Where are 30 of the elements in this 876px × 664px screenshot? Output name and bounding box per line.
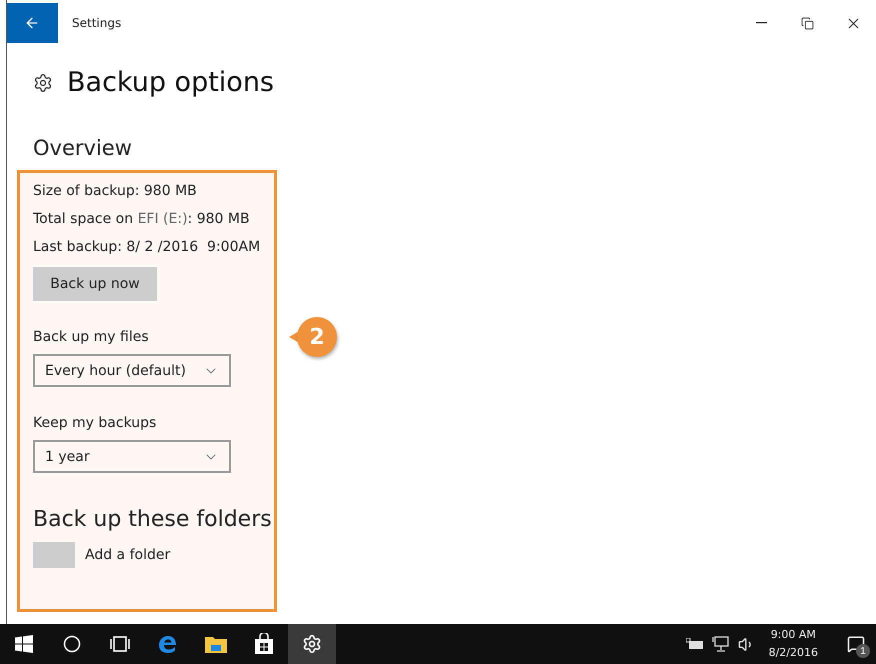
section-heading: Overview [33, 136, 133, 160]
info-text: Total space on EFI (E:): 980 MB [33, 211, 251, 227]
task-view-icon [109, 636, 131, 652]
dropdown[interactable]: Every hour (default) [33, 354, 231, 387]
shopping-bag-icon [254, 633, 274, 655]
drive-link[interactable]: EFI (E:) [138, 211, 188, 227]
battery-icon [686, 638, 704, 650]
browser-e-icon [157, 633, 179, 655]
add-folder-label[interactable]: Add a folder [85, 547, 170, 563]
section-heading: Back up these folders [33, 507, 273, 532]
info-text: Last backup: 8/ 2 /2016 9:00AM [33, 239, 262, 255]
settings-icon [302, 634, 322, 654]
taskbar-button[interactable] [288, 624, 336, 664]
notification-button[interactable]: 1 [836, 624, 876, 664]
window-title: Settings [72, 16, 122, 30]
dropdown[interactable]: 1 year [33, 440, 231, 473]
clock[interactable]: 9:00 AM 8/2/2016 [768, 626, 818, 662]
restore-icon [800, 16, 814, 30]
step-badge: 2 [297, 317, 337, 357]
page-title: Backup options [67, 67, 274, 98]
folder-icon [204, 634, 228, 654]
search-icon [63, 635, 81, 653]
info-text: Size of backup: 980 MB [33, 183, 198, 199]
minimize-icon [756, 22, 766, 24]
settings-icon [33, 72, 53, 92]
back-up-now-button[interactable]: Back up now [33, 267, 157, 301]
network-icon [712, 636, 730, 652]
dropdown-label: Back up my files [33, 329, 150, 345]
windows-logo-icon [15, 635, 33, 653]
dropdown-label: Keep my backups [33, 415, 158, 431]
